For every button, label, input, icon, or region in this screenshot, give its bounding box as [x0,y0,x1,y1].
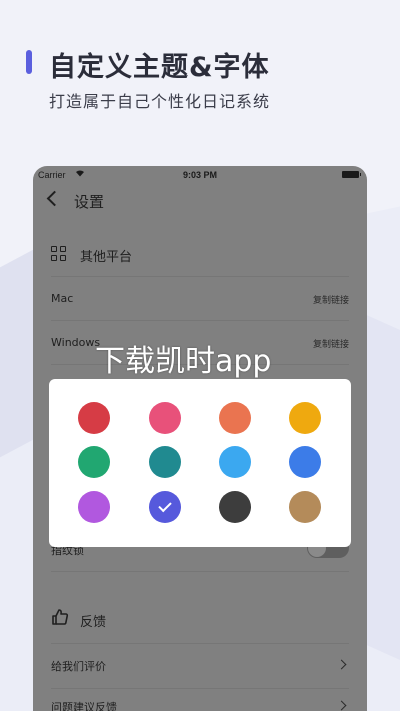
color-picker-sheet [49,379,351,547]
color-swatch[interactable] [289,446,321,478]
color-swatch[interactable] [149,402,181,434]
status-time: 9:03 PM [182,170,217,180]
list-item-label: 问题建议反馈 [51,701,117,711]
copy-link-button[interactable]: 复制链接 [313,293,349,306]
list-item-label: 给我们评价 [51,660,106,673]
section-other-platforms: 其他平台 [51,231,349,277]
thumbs-up-icon [51,608,69,630]
section-feedback: 反馈 [51,594,349,644]
platform-label: Windows [51,336,101,349]
color-swatch[interactable] [219,446,251,478]
color-swatch[interactable] [149,446,181,478]
grid-icon [51,246,67,262]
chevron-left-icon[interactable] [46,190,63,207]
copy-link-button[interactable]: 复制链接 [313,337,349,350]
promo-title: 自定义主题&字体 [49,52,270,83]
battery-icon [342,171,361,178]
check-icon [158,498,172,513]
chevron-right-icon [336,659,347,670]
color-swatch[interactable] [78,402,110,434]
list-item-feedback[interactable]: 问题建议反馈 [51,689,349,711]
page-title: 设置 [74,193,105,211]
color-swatch[interactable] [289,402,321,434]
color-swatch[interactable] [149,491,181,523]
section-title: 反馈 [80,615,107,630]
status-bar: Carrier 9:03 PM [33,166,367,184]
section-title: 其他平台 [80,250,133,265]
watermark-text: 下载凯时app [95,344,272,379]
color-swatch[interactable] [219,402,251,434]
promo-subtitle: 打造属于自己个性化日记系统 [49,92,271,111]
chevron-right-icon [336,700,347,711]
platform-label: Mac [51,292,74,305]
promo-accent-bar [26,50,32,74]
color-swatch[interactable] [219,491,251,523]
color-swatch[interactable] [78,446,110,478]
nav-bar: 设置 [33,184,367,218]
color-swatch[interactable] [289,491,321,523]
list-item-rate-us[interactable]: 给我们评价 [51,644,349,689]
list-item-mac[interactable]: Mac 复制链接 [51,277,349,321]
color-swatch[interactable] [78,491,110,523]
